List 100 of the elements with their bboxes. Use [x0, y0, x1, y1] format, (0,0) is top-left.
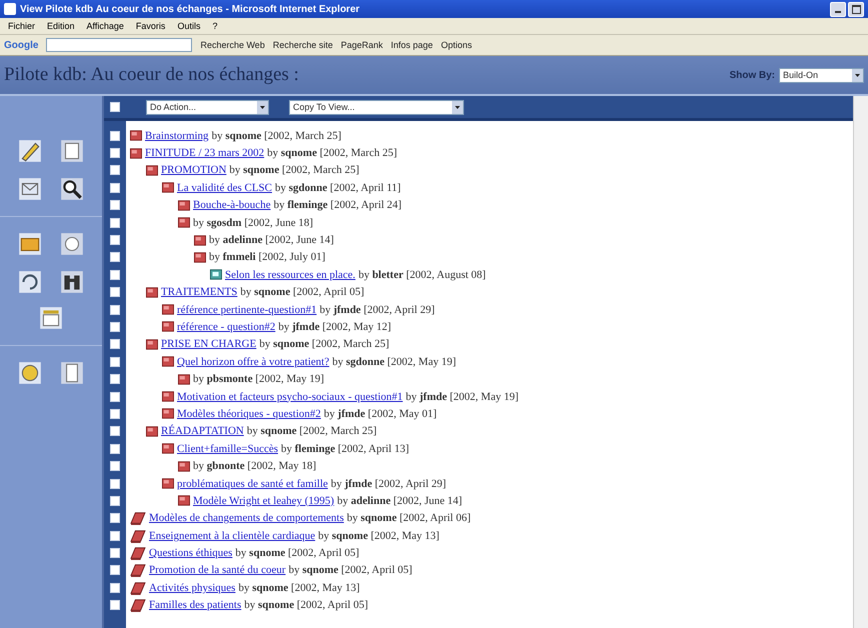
- document-link[interactable]: PROMOTION: [161, 164, 226, 176]
- envelope-icon[interactable]: [17, 176, 43, 202]
- document-link[interactable]: Modèle Wright et leahey (1995): [193, 494, 334, 507]
- document-icon: [178, 200, 190, 211]
- row-checkbox[interactable]: [110, 182, 120, 193]
- document-link[interactable]: Promotion de la santé du coeur: [149, 564, 286, 576]
- document-icon: [178, 495, 190, 506]
- document-icon: [146, 164, 158, 176]
- select-all-checkbox[interactable]: [110, 102, 120, 112]
- copy-to-view-dropdown[interactable]: Copy To View...: [289, 100, 464, 114]
- document-link[interactable]: Brainstorming: [145, 130, 209, 142]
- document-link[interactable]: Selon les ressources en place.: [225, 268, 356, 281]
- row-checkbox[interactable]: [110, 287, 120, 298]
- menu-item[interactable]: Favoris: [136, 21, 166, 31]
- row-checkbox[interactable]: [110, 235, 120, 246]
- document-link[interactable]: Enseignement à la clientèle cardiaque: [149, 530, 316, 542]
- toolbar-button[interactable]: Options: [440, 40, 472, 50]
- row-checkbox[interactable]: [110, 339, 120, 350]
- row-checkbox[interactable]: [110, 408, 120, 419]
- row-checkbox[interactable]: [110, 218, 120, 228]
- document-link[interactable]: Quel horizon offre à votre patient?: [177, 356, 330, 368]
- document-link[interactable]: Familles des patients: [149, 599, 242, 612]
- minimize-button[interactable]: [830, 2, 846, 16]
- toolbar-button[interactable]: Infos page: [390, 40, 433, 50]
- toolbar-button[interactable]: PageRank: [340, 40, 383, 50]
- document-link[interactable]: PRISE EN CHARGE: [161, 338, 256, 350]
- document-link[interactable]: RÉADAPTATION: [161, 425, 244, 438]
- show-by-dropdown[interactable]: Build-On: [779, 68, 864, 82]
- author-date: by sqnome [2002, March 25]: [229, 164, 360, 176]
- author-date: by sqnome [2002, April 05]: [240, 286, 364, 298]
- row-checkbox[interactable]: [110, 252, 120, 262]
- document-icon[interactable]: [59, 138, 85, 164]
- show-by-label: Show By:: [729, 70, 775, 80]
- row-checkbox[interactable]: [110, 513, 120, 524]
- row-checkbox[interactable]: [110, 548, 120, 558]
- menu-item[interactable]: Fichier: [8, 21, 36, 31]
- document-link[interactable]: Modèles théoriques - question#2: [177, 408, 321, 420]
- row-checkbox[interactable]: [110, 600, 120, 610]
- menu-item[interactable]: Affichage: [86, 21, 124, 31]
- row-checkbox[interactable]: [110, 565, 120, 576]
- row-checkbox[interactable]: [110, 130, 120, 141]
- document-icon: [162, 182, 174, 194]
- row-checkbox[interactable]: [110, 356, 120, 367]
- caret-icon[interactable]: [852, 68, 863, 82]
- author-date: by sqnome [2002, April 05]: [235, 547, 360, 560]
- author-date: by jfmde [2002, April 29]: [320, 304, 435, 316]
- row-checkbox[interactable]: [110, 322, 120, 332]
- author-date: by sqnome [2002, April 05]: [288, 564, 412, 576]
- document-link[interactable]: Activités physiques: [149, 582, 236, 594]
- caret-icon[interactable]: [452, 100, 463, 114]
- row-checkbox[interactable]: [110, 270, 120, 280]
- document-link[interactable]: problématiques de santé et famille: [177, 478, 328, 490]
- document-icon: [130, 130, 142, 142]
- row-checkbox[interactable]: [110, 374, 120, 384]
- document-icon: [178, 217, 190, 228]
- document-link[interactable]: Questions éthiques: [149, 547, 232, 560]
- document-link[interactable]: TRAITEMENTS: [161, 286, 238, 298]
- document-link[interactable]: référence - question#2: [177, 320, 276, 333]
- author-date: by fleminge [2002, April 13]: [281, 442, 410, 455]
- toolbar-button[interactable]: Recherche Web: [200, 40, 265, 50]
- row-checkbox[interactable]: [110, 148, 120, 158]
- pencil-icon[interactable]: [17, 138, 43, 164]
- calendar-icon[interactable]: [38, 305, 64, 331]
- document-link[interactable]: Modèles de changements de comportements: [149, 512, 344, 524]
- row-checkbox[interactable]: [110, 444, 120, 454]
- document-link[interactable]: La validité des CLSC: [177, 182, 272, 194]
- document-icon: [162, 478, 174, 489]
- document-link[interactable]: Client+famille=Succès: [177, 442, 278, 455]
- author-date: by jfmde [2002, April 29]: [330, 478, 446, 490]
- menu-item[interactable]: Outils: [177, 21, 200, 31]
- refresh-icon[interactable]: [17, 269, 43, 295]
- menu-item[interactable]: Edition: [47, 21, 75, 31]
- scrollbar[interactable]: [853, 96, 868, 628]
- row-checkbox[interactable]: [110, 478, 120, 488]
- row-checkbox[interactable]: [110, 582, 120, 593]
- folder-icon[interactable]: [17, 231, 43, 257]
- document-link[interactable]: Motivation et facteurs psycho-sociaux - question#1: [177, 390, 403, 403]
- row-checkbox[interactable]: [110, 165, 120, 176]
- row-checkbox[interactable]: [110, 461, 120, 472]
- document-icon: [146, 286, 158, 298]
- author-date: by sgdonne [2002, May 19]: [332, 356, 456, 368]
- action-dropdown[interactable]: Do Action...: [146, 100, 269, 114]
- maximize-button[interactable]: [848, 2, 864, 16]
- menu-item[interactable]: ?: [212, 21, 218, 31]
- author-date: by sqnome [2002, April 06]: [346, 512, 471, 524]
- row-checkbox[interactable]: [110, 530, 120, 541]
- magnifier-icon[interactable]: [59, 176, 85, 202]
- document-link[interactable]: Bouche-à-bouche: [193, 199, 271, 212]
- document-link[interactable]: référence pertinente-question#1: [177, 304, 317, 316]
- toolbar-button[interactable]: Recherche site: [272, 40, 333, 50]
- row-checkbox[interactable]: [110, 200, 120, 210]
- document-link[interactable]: FINITUDE / 23 mars 2002: [145, 147, 264, 160]
- search-field[interactable]: [46, 38, 192, 52]
- row-checkbox[interactable]: [110, 426, 120, 436]
- caret-icon[interactable]: [257, 100, 268, 114]
- document-icon: [194, 234, 206, 246]
- row-checkbox[interactable]: [110, 304, 120, 315]
- row-checkbox[interactable]: [110, 392, 120, 402]
- document-icon: [162, 408, 174, 420]
- row-checkbox[interactable]: [110, 496, 120, 506]
